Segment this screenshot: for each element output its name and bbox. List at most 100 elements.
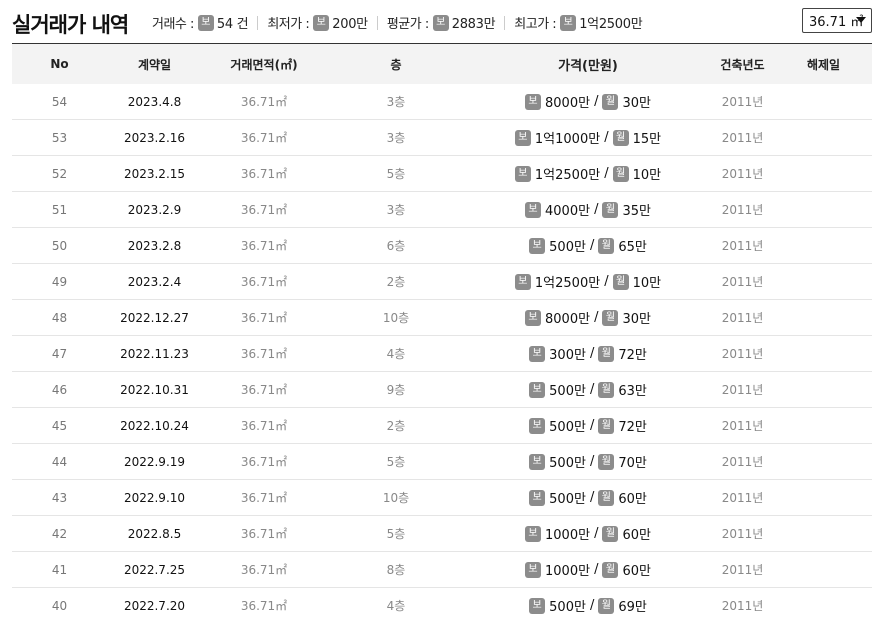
deposit-value: 4000만: [545, 204, 591, 219]
deposit-badge-icon: 보: [529, 453, 546, 470]
stat-value: 200만: [332, 17, 368, 32]
deposit-badge-icon: 보: [514, 165, 531, 182]
monthly-badge-icon: 월: [612, 129, 629, 146]
monthly-badge-icon: 월: [598, 489, 615, 506]
table-row[interactable]: 53 2023.2.16 36.71㎡ 3층 보 1억1000만 / 월 15만 2011년: [12, 120, 872, 156]
area-select[interactable]: 36.71 ㎡: [802, 8, 872, 33]
stat-label: 거래수 :: [152, 17, 194, 32]
stat-min-price: 최저가 : 보 200만: [267, 13, 368, 32]
monthly-badge-icon: 월: [598, 237, 615, 254]
table-row[interactable]: 51 2023.2.9 36.71㎡ 3층 보 4000만 / 월 35만 2011년: [12, 192, 872, 228]
column-header-price[interactable]: 가격(만원): [466, 55, 710, 74]
cell-area: 36.71㎡: [240, 131, 288, 145]
stat-value: 2883만: [451, 17, 496, 32]
deposit-value: 8000만: [545, 96, 591, 111]
monthly-badge-icon: 월: [598, 597, 615, 614]
deposit-badge-icon: 보: [432, 14, 449, 31]
table-row[interactable]: 52 2023.2.15 36.71㎡ 5층 보 1억2500만 / 월 10만 2011년: [12, 156, 872, 192]
price-separator: /: [589, 346, 595, 361]
deposit-badge-icon: 보: [197, 14, 214, 31]
column-header-area[interactable]: 거래면적(㎡): [202, 56, 326, 73]
cell-floor: 5층: [386, 527, 406, 541]
column-header-cancel-date[interactable]: 해제일: [775, 56, 872, 73]
cell-area: 36.71㎡: [240, 203, 288, 217]
cell-no: 52: [51, 166, 68, 181]
monthly-value: 15만: [632, 132, 662, 147]
column-header-floor[interactable]: 층: [326, 56, 466, 73]
monthly-badge-icon: 월: [598, 381, 615, 398]
monthly-value: 60만: [622, 564, 651, 579]
cell-no: 49: [51, 274, 68, 289]
deposit-badge-icon: 보: [525, 525, 542, 542]
cell-no: 41: [51, 562, 68, 577]
deposit-value: 1억1000만: [534, 132, 601, 147]
monthly-badge-icon: 월: [598, 345, 615, 362]
cell-price: 보 1억2500만 / 월 10만: [466, 272, 710, 291]
cell-no: 42: [51, 526, 68, 541]
column-header-contract-date[interactable]: 계약일: [107, 56, 202, 73]
stat-value: 54 건: [216, 17, 249, 32]
monthly-value: 30만: [622, 96, 651, 111]
table-row[interactable]: 54 2023.4.8 36.71㎡ 3층 보 8000만 / 월 30만 2011년: [12, 84, 872, 120]
price-separator: /: [589, 598, 595, 613]
table-row[interactable]: 41 2022.7.25 36.71㎡ 8층 보 1000만 / 월 60만 2011년: [12, 552, 872, 588]
table-row[interactable]: 50 2023.2.8 36.71㎡ 6층 보 500만 / 월 65만 2011년: [12, 228, 872, 264]
table-row[interactable]: 47 2022.11.23 36.71㎡ 4층 보 300만 / 월 72만 2011년: [12, 336, 872, 372]
cell-built-year: 2011년: [721, 383, 764, 397]
cell-floor: 2층: [386, 419, 406, 433]
table-row[interactable]: 40 2022.7.20 36.71㎡ 4층 보 500만 / 월 69만 2011년: [12, 588, 872, 623]
cell-floor: 8층: [386, 563, 406, 577]
cell-no: 46: [51, 382, 68, 397]
monthly-value: 10만: [632, 168, 662, 183]
cell-price: 보 1000만 / 월 60만: [466, 524, 710, 543]
table-row[interactable]: 46 2022.10.31 36.71㎡ 9층 보 500만 / 월 63만 2011년: [12, 372, 872, 408]
divider: [257, 15, 259, 30]
monthly-value: 60만: [622, 528, 651, 543]
cell-floor: 10층: [382, 491, 410, 505]
monthly-value: 63만: [618, 384, 647, 399]
price-separator: /: [589, 418, 595, 433]
monthly-badge-icon: 월: [612, 165, 629, 182]
table-row[interactable]: 43 2022.9.10 36.71㎡ 10층 보 500만 / 월 60만 2011년: [12, 480, 872, 516]
column-header-built-year[interactable]: 건축년도: [710, 56, 775, 73]
cell-floor: 9층: [386, 383, 406, 397]
monthly-badge-icon: 월: [602, 561, 619, 578]
cell-built-year: 2011년: [721, 95, 764, 109]
cell-floor: 4층: [386, 599, 406, 613]
price-separator: /: [589, 454, 595, 469]
cell-contract-date: 2022.9.19: [123, 454, 186, 469]
page-header: 실거래가 내역 거래수 : 보 54 건 최저가 : 보 200만 평균가 : …: [0, 0, 890, 44]
cell-contract-date: 2023.2.16: [123, 130, 186, 145]
deposit-badge-icon: 보: [525, 201, 542, 218]
cell-area: 36.71㎡: [240, 383, 288, 397]
price-separator: /: [589, 490, 595, 505]
table-row[interactable]: 42 2022.8.5 36.71㎡ 5층 보 1000만 / 월 60만 2011년: [12, 516, 872, 552]
cell-no: 45: [51, 418, 68, 433]
table-row[interactable]: 45 2022.10.24 36.71㎡ 2층 보 500만 / 월 72만 2011년: [12, 408, 872, 444]
divider: [376, 15, 378, 30]
cell-area: 36.71㎡: [240, 527, 288, 541]
cell-contract-date: 2022.10.31: [120, 382, 189, 397]
column-header-no[interactable]: No: [12, 57, 107, 71]
deposit-badge-icon: 보: [525, 93, 542, 110]
table-row[interactable]: 44 2022.9.19 36.71㎡ 5층 보 500만 / 월 70만 2011년: [12, 444, 872, 480]
monthly-badge-icon: 월: [602, 201, 619, 218]
cell-contract-date: 2023.2.4: [127, 274, 182, 289]
cell-price: 보 500만 / 월 69만: [466, 596, 710, 615]
chevron-down-icon: [856, 17, 866, 23]
cell-price: 보 8000만 / 월 30만: [466, 92, 710, 111]
monthly-value: 69만: [618, 600, 647, 615]
monthly-value: 10만: [632, 276, 662, 291]
price-separator: /: [604, 274, 609, 289]
table-row[interactable]: 48 2022.12.27 36.71㎡ 10층 보 8000만 / 월 30만 2011년: [12, 300, 872, 336]
table-row[interactable]: 49 2023.2.4 36.71㎡ 2층 보 1억2500만 / 월 10만 2011년: [12, 264, 872, 300]
cell-no: 43: [51, 490, 68, 505]
cell-built-year: 2011년: [721, 203, 764, 217]
cell-built-year: 2011년: [721, 167, 764, 181]
cell-price: 보 1억2500만 / 월 10만: [466, 164, 710, 183]
deposit-badge-icon: 보: [525, 561, 542, 578]
cell-area: 36.71㎡: [240, 239, 288, 253]
cell-floor: 10층: [382, 311, 410, 325]
stat-label: 평균가 :: [386, 17, 429, 32]
deposit-value: 500만: [549, 600, 586, 615]
